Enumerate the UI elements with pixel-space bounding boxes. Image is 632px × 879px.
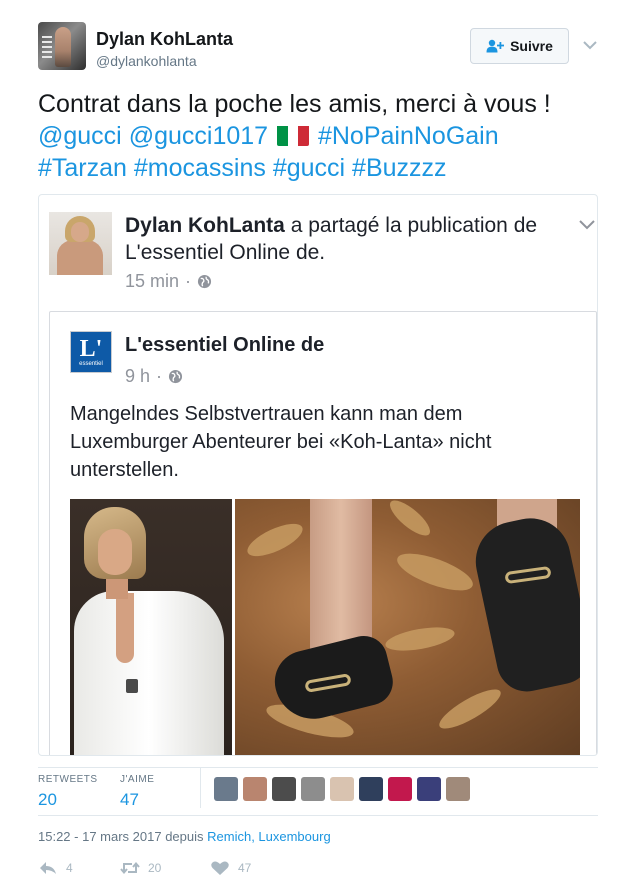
page-logo[interactable]: L' essentiel [70,331,112,373]
follow-button-label: Suivre [510,38,553,54]
author-handle[interactable]: @dylankohlanta [96,53,197,69]
original-post[interactable]: L' essentiel L'essentiel Online de 9 h ·… [49,311,597,755]
tweet-header: Dylan KohLanta @dylankohlanta Suivre [38,22,598,74]
author-avatar[interactable] [38,22,86,70]
divider [200,768,201,808]
follow-button[interactable]: Suivre [470,28,569,64]
retweets-label: RETWEETS [38,774,98,785]
timestamp-text[interactable]: 15:22 - 17 mars 2017 depuis [38,829,204,844]
tweet-line-1: Contrat dans la poche les amis, merci à … [38,90,551,118]
globe-icon [168,369,183,384]
reply-count: 4 [66,861,73,875]
reply-icon [40,862,56,874]
hashtag-links[interactable]: #Tarzan #mocassins #gucci #Buzzzz [38,152,608,184]
page-meta: 9 h · [125,366,183,387]
divider [38,815,598,816]
chevron-down-icon[interactable] [577,217,597,233]
likes-label: J'AIME [120,774,155,785]
tweet-actions: 4 20 47 [38,860,251,876]
hashtag-link[interactable]: #NoPainNoGain [318,122,499,150]
liker-avatar[interactable] [359,777,383,801]
post-photo-portrait[interactable] [70,499,232,755]
liker-avatar[interactable] [301,777,325,801]
liker-avatar[interactable] [388,777,412,801]
post-photo-shoes[interactable] [235,499,580,755]
chevron-down-icon[interactable] [582,37,598,53]
share-meta: 15 min · [125,271,212,292]
like-button[interactable]: 47 [210,860,251,876]
heart-icon [211,861,229,875]
like-count: 47 [238,861,252,875]
page-logo-letter: L' [79,335,103,362]
liker-avatar[interactable] [330,777,354,801]
mention-link[interactable]: @gucci1017 [129,122,268,150]
retweet-button[interactable]: 20 [120,860,210,876]
share-time[interactable]: 15 min [125,271,179,292]
mention-link[interactable]: @gucci [38,122,122,150]
liker-avatar[interactable] [214,777,238,801]
sharer-avatar[interactable] [49,212,112,275]
likes-stat[interactable]: J'AIME 47 [120,774,154,810]
liker-avatar[interactable] [446,777,470,801]
page-name[interactable]: L'essentiel Online de [125,334,324,357]
liker-avatar[interactable] [272,777,296,801]
likers-avatars [214,777,470,801]
page-time[interactable]: 9 h [125,366,150,387]
sharer-name[interactable]: Dylan KohLanta [125,214,285,237]
liker-avatar[interactable] [417,777,441,801]
tweet-timestamp: 15:22 - 17 mars 2017 depuis Remich, Luxe… [38,829,331,844]
reply-button[interactable]: 4 [38,860,120,876]
liker-avatar[interactable] [243,777,267,801]
retweet-count: 20 [148,861,162,875]
author-name[interactable]: Dylan KohLanta [96,29,233,50]
share-description: Dylan KohLanta a partagé la publication … [125,212,565,266]
post-text: Mangelndes Selbstvertrauen kann man dem … [70,403,492,481]
retweets-stat[interactable]: RETWEETS 20 [38,774,98,810]
location-link[interactable]: Remich, Luxembourg [207,829,331,844]
globe-icon [197,274,212,289]
tweet-text: Contrat dans la poche les amis, merci à … [38,88,608,184]
page-logo-word: essentiel [79,360,103,367]
divider [38,767,598,768]
retweets-count: 20 [38,790,57,809]
italy-flag-icon [277,124,309,146]
add-user-icon [486,39,505,53]
retweet-icon [120,861,140,875]
likes-count: 47 [120,790,139,809]
embedded-post-card[interactable]: Dylan KohLanta a partagé la publication … [38,194,598,756]
